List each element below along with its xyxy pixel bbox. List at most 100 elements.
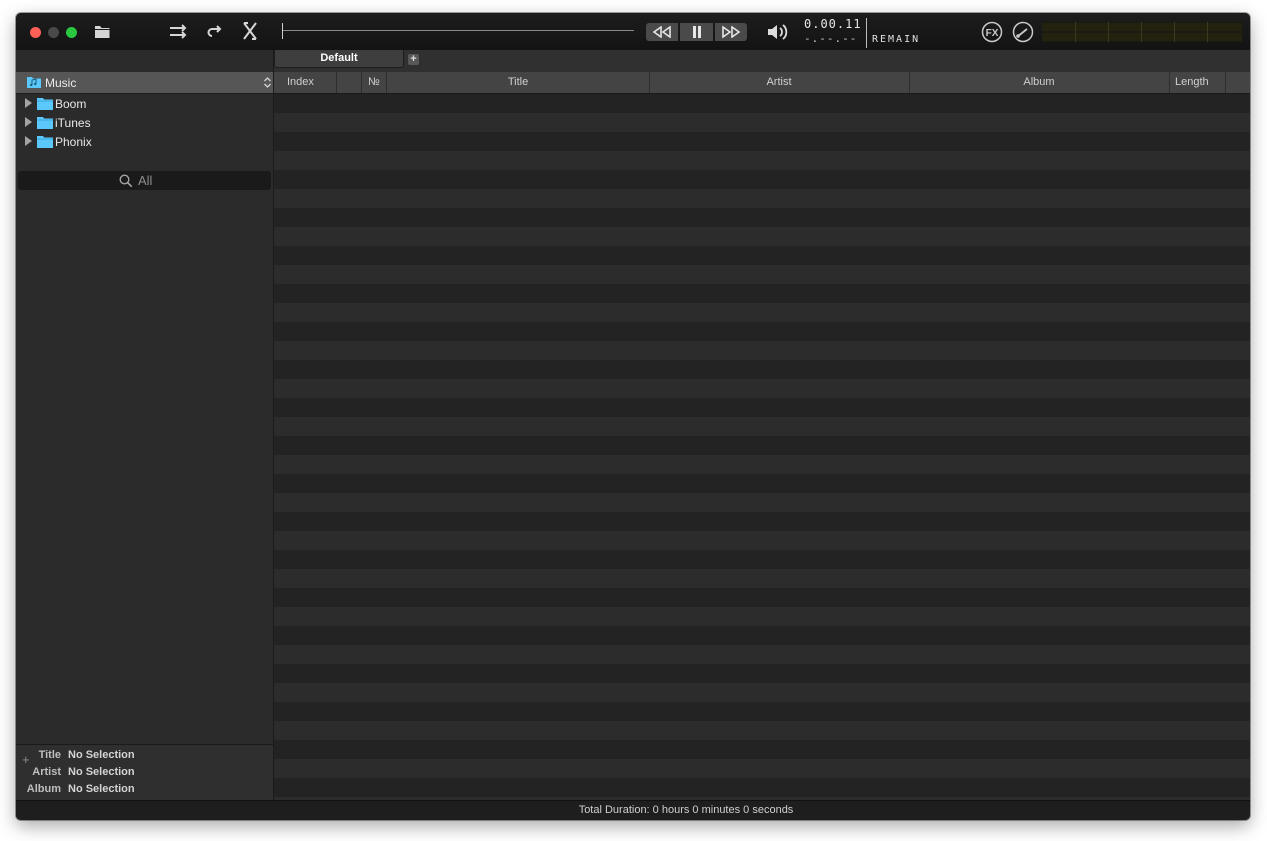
zoom-window-button[interactable]	[66, 27, 77, 38]
fx-label: FX	[986, 28, 999, 39]
table-row[interactable]	[274, 493, 1250, 512]
add-tab-button[interactable]: +	[408, 54, 419, 65]
column-header-index[interactable]: Index	[274, 72, 337, 93]
table-row[interactable]	[274, 417, 1250, 436]
table-row[interactable]	[274, 550, 1250, 569]
repeat-icon[interactable]	[206, 21, 224, 41]
table-row[interactable]	[274, 702, 1250, 721]
total-duration: Total Duration: 0 hours 0 minutes 0 seco…	[578, 804, 794, 816]
column-header-spacer[interactable]	[337, 72, 362, 93]
table-row[interactable]	[274, 778, 1250, 797]
app-window: 0.00.11 -.--.-- REMAIN FX Music Boom iTu…	[16, 13, 1250, 820]
sidebar: Music Boom iTunes Phonix All + Title No …	[16, 50, 274, 820]
table-row[interactable]	[274, 208, 1250, 227]
table-body[interactable]	[274, 94, 1250, 800]
column-header-artist[interactable]: Artist	[649, 72, 910, 93]
info-row-album: Album No Selection	[16, 783, 273, 800]
info-value: No Selection	[68, 783, 135, 795]
info-value: No Selection	[68, 749, 135, 761]
folder-icon	[37, 136, 53, 148]
info-row-title: Title No Selection	[16, 749, 273, 766]
table-row[interactable]	[274, 645, 1250, 664]
disclosure-arrow-icon[interactable]	[25, 136, 32, 146]
table-row[interactable]	[274, 759, 1250, 778]
table-row[interactable]	[274, 189, 1250, 208]
info-row-artist: Artist No Selection	[16, 766, 273, 783]
disclosure-arrow-icon[interactable]	[25, 98, 32, 108]
source-selector[interactable]: Music	[16, 72, 273, 94]
table-row[interactable]	[274, 512, 1250, 531]
table-row[interactable]	[274, 569, 1250, 588]
table-row[interactable]	[274, 360, 1250, 379]
shuffle-mode-icon[interactable]	[169, 21, 189, 41]
fx-icon[interactable]: FX	[981, 21, 1003, 43]
info-key: Artist	[32, 766, 61, 778]
minimize-window-button[interactable]	[48, 27, 59, 38]
table-row[interactable]	[274, 398, 1250, 417]
folder-icon	[37, 98, 53, 110]
table-row[interactable]	[274, 607, 1250, 626]
track-table[interactable]: Index № Title Artist Album Length	[274, 72, 1250, 800]
previous-track-button[interactable]	[646, 23, 678, 41]
column-header-number[interactable]: №	[361, 72, 387, 93]
folder-icon	[37, 117, 53, 129]
music-folder-icon	[27, 77, 41, 88]
volume-icon[interactable]	[766, 22, 788, 42]
table-row[interactable]	[274, 588, 1250, 607]
table-row[interactable]	[274, 474, 1250, 493]
table-row[interactable]	[274, 531, 1250, 550]
tree-item-label: Boom	[55, 97, 87, 111]
table-row[interactable]	[274, 265, 1250, 284]
elapsed-time[interactable]: 0.00.11	[804, 17, 862, 31]
search-input[interactable]: All	[18, 171, 271, 190]
meter-tick	[1174, 22, 1175, 42]
seek-bar[interactable]	[282, 30, 634, 31]
table-row[interactable]	[274, 455, 1250, 474]
meter-tick	[1207, 22, 1208, 42]
column-header-length[interactable]: Length	[1169, 72, 1226, 93]
gauge-icon[interactable]	[1012, 21, 1034, 43]
open-folder-icon[interactable]	[94, 21, 111, 41]
remaining-time[interactable]: -.--.--	[804, 32, 857, 45]
source-label: Music	[45, 76, 77, 90]
table-row[interactable]	[274, 94, 1250, 113]
status-bar: Total Duration: 0 hours 0 minutes 0 seco…	[16, 800, 1250, 820]
meter-tick	[1141, 22, 1142, 42]
table-row[interactable]	[274, 436, 1250, 455]
meter-left-channel	[1042, 23, 1242, 31]
tab-default[interactable]: Default	[274, 50, 404, 68]
time-divider	[866, 18, 867, 48]
column-header-album[interactable]: Album	[909, 72, 1170, 93]
chevron-up-down-icon	[264, 77, 271, 88]
time-mode-label[interactable]: REMAIN	[872, 34, 920, 45]
close-window-button[interactable]	[30, 27, 41, 38]
disclosure-arrow-icon[interactable]	[25, 117, 32, 127]
table-row[interactable]	[274, 170, 1250, 189]
cursor-follows-playback-icon[interactable]	[242, 21, 258, 41]
table-row[interactable]	[274, 132, 1250, 151]
table-row[interactable]	[274, 151, 1250, 170]
table-row[interactable]	[274, 246, 1250, 265]
tree-item-boom[interactable]: Boom	[16, 94, 273, 113]
table-row[interactable]	[274, 113, 1250, 132]
table-row[interactable]	[274, 341, 1250, 360]
tree-item-label: Phonix	[55, 135, 92, 149]
seek-thumb[interactable]	[282, 23, 283, 39]
column-header-title[interactable]: Title	[387, 72, 650, 93]
table-row[interactable]	[274, 683, 1250, 702]
info-value: No Selection	[68, 766, 135, 778]
table-row[interactable]	[274, 322, 1250, 341]
table-row[interactable]	[274, 303, 1250, 322]
table-row[interactable]	[274, 626, 1250, 645]
tree-item-itunes[interactable]: iTunes	[16, 113, 273, 132]
table-row[interactable]	[274, 664, 1250, 683]
table-row[interactable]	[274, 284, 1250, 303]
table-row[interactable]	[274, 227, 1250, 246]
table-row[interactable]	[274, 740, 1250, 759]
table-row[interactable]	[274, 379, 1250, 398]
pause-button[interactable]	[680, 23, 713, 41]
next-track-button[interactable]	[715, 23, 747, 41]
meter-tick	[1075, 22, 1076, 42]
tree-item-phonix[interactable]: Phonix	[16, 132, 273, 151]
table-row[interactable]	[274, 721, 1250, 740]
